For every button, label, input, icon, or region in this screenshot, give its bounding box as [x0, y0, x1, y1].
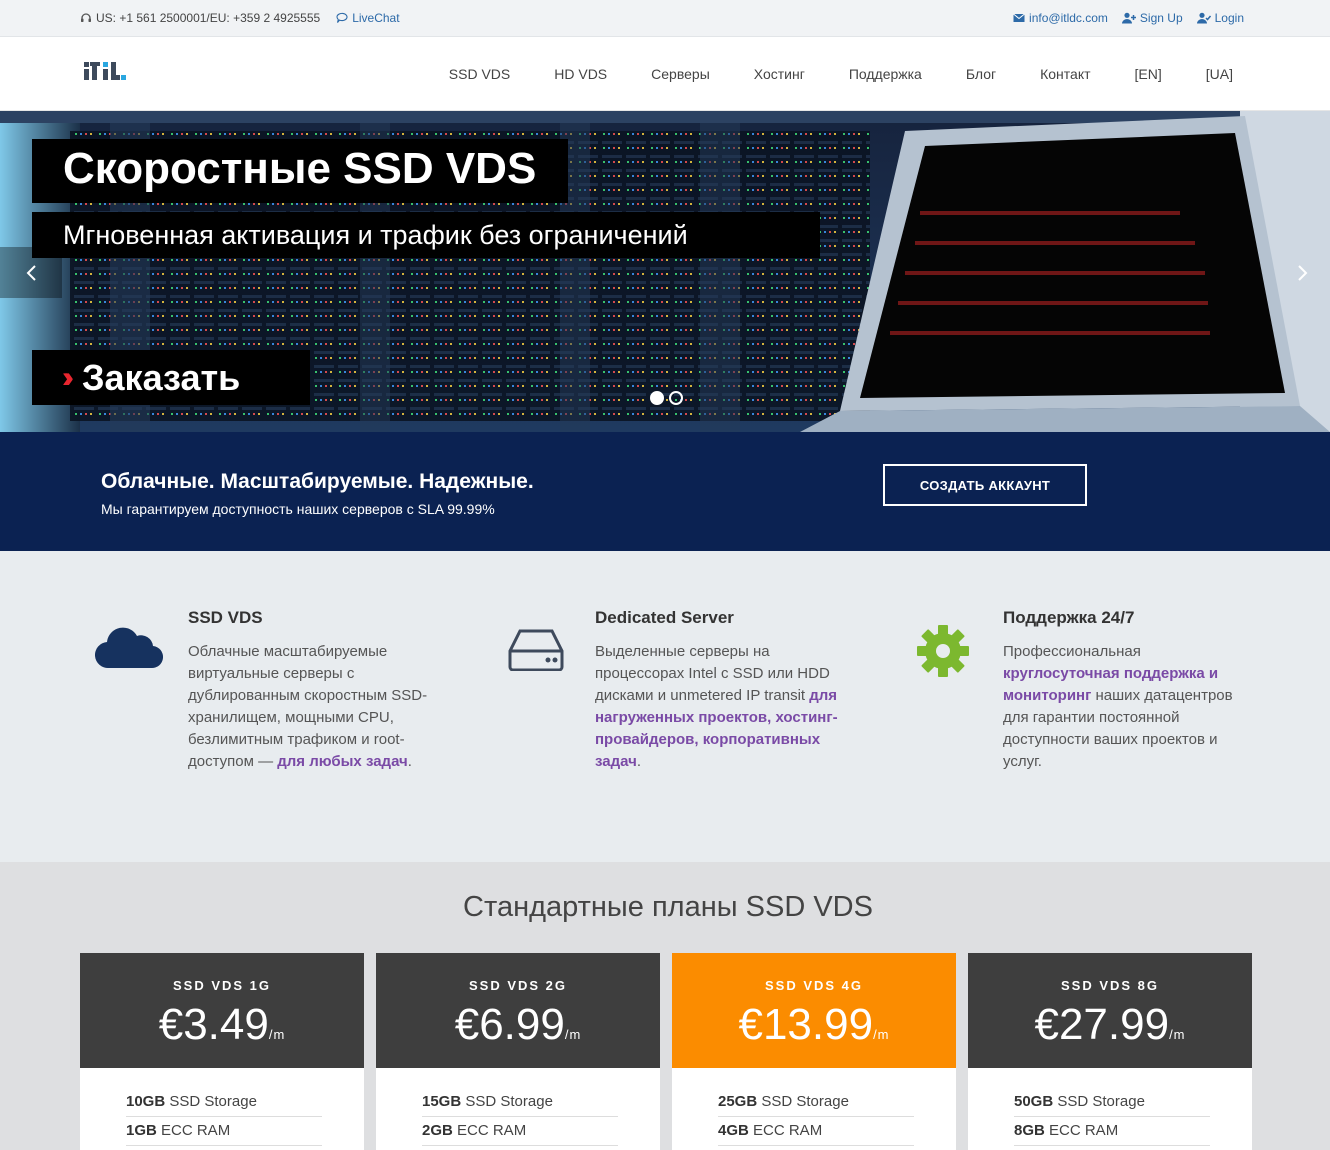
plan-ram: 8GB ECC RAM: [1014, 1117, 1210, 1146]
login-label: Login: [1214, 11, 1244, 25]
plan-header: SSD VDS 1G €3.49/m: [80, 953, 364, 1068]
plan-storage: 15GB SSD Storage: [422, 1088, 618, 1117]
account-links: info@itldc.com Sign Up Login: [1013, 11, 1244, 25]
plan-price: €6.99/m: [454, 1000, 582, 1049]
plan-features: 50GB SSD Storage 8GB ECC RAM: [968, 1068, 1252, 1150]
features-section: SSD VDS Облачные масштабируемые виртуаль…: [0, 551, 1330, 862]
plans-title: Стандартные планы SSD VDS: [463, 891, 873, 923]
hero-subtitle: Мгновенная активация и трафик без ограни…: [32, 212, 820, 258]
plan-card[interactable]: SSD VDS 1G €3.49/m 10GB SSD Storage 1GB …: [80, 953, 364, 1150]
top-bar: US: +1 561 2500001/EU: +359 2 4925555 Li…: [0, 0, 1330, 37]
nav-ssd-vds[interactable]: SSD VDS: [427, 66, 532, 82]
user-plus-icon: [1121, 12, 1136, 24]
signup-label: Sign Up: [1139, 11, 1183, 25]
plan-name: SSD VDS 8G: [1060, 978, 1160, 993]
plan-features: 25GB SSD Storage 4GB ECC RAM: [672, 1068, 956, 1150]
login-link[interactable]: Login: [1196, 11, 1244, 25]
plan-card[interactable]: SSD VDS 8G €27.99/m 50GB SSD Storage 8GB…: [968, 953, 1252, 1150]
nav-lang-ua[interactable]: [UA]: [1184, 66, 1255, 82]
plan-name: SSD VDS 4G: [764, 978, 864, 993]
plan-header: SSD VDS 2G €6.99/m: [376, 953, 660, 1068]
contact-phones: US: +1 561 2500001/EU: +359 2 4925555 Li…: [80, 11, 400, 25]
double-chevron-right-icon: ››: [62, 361, 74, 394]
nav-support[interactable]: Поддержка: [827, 66, 944, 82]
itl-logo[interactable]: [84, 59, 126, 83]
slider-next-button[interactable]: [1276, 247, 1330, 298]
order-button-label: Заказать: [81, 357, 241, 398]
promo-banner: Облачные. Масштабируемые. Надежные. Мы г…: [0, 432, 1330, 551]
headset-icon: [81, 13, 91, 22]
feature-title: Поддержка 24/7: [1003, 608, 1135, 627]
plan-storage: 50GB SSD Storage: [1014, 1088, 1210, 1117]
slider-dots: [650, 391, 683, 405]
nav-lang-en[interactable]: [EN]: [1113, 66, 1184, 82]
hero-title: Скоростные SSD VDS: [32, 139, 569, 203]
feature-ssd-vds: SSD VDS Облачные масштабируемые виртуаль…: [188, 608, 448, 773]
phones-text: US: +1 561 2500001/EU: +359 2 4925555: [96, 11, 321, 25]
feature-title: SSD VDS: [188, 608, 263, 627]
itl-logo-mark: [84, 62, 126, 80]
banner-text: Мы гарантируем доступность наших серверо…: [101, 501, 495, 517]
livechat-link[interactable]: LiveChat: [336, 11, 400, 25]
plan-ram: 1GB ECC RAM: [126, 1117, 322, 1146]
gear-icon: [917, 625, 969, 677]
plan-card[interactable]: SSD VDS 2G €6.99/m 15GB SSD Storage 2GB …: [376, 953, 660, 1150]
order-button[interactable]: ›› Заказать: [32, 350, 310, 405]
site-header: SSD VDS HD VDS Серверы Хостинг Поддержка…: [0, 37, 1330, 111]
banner-title: Облачные. Масштабируемые. Надежные.: [101, 470, 534, 493]
plan-ram: 2GB ECC RAM: [422, 1117, 618, 1146]
feature-support: Поддержка 24/7 Профессиональная круглосу…: [1003, 608, 1253, 773]
nav-hd-vds[interactable]: HD VDS: [532, 66, 629, 82]
feature-highlight-link[interactable]: для любых задач: [277, 753, 408, 770]
plan-price: €27.99/m: [1034, 1000, 1186, 1049]
chat-bubble-icon: [336, 12, 348, 23]
plan-card-featured[interactable]: SSD VDS 4G €13.99/m 25GB SSD Storage 4GB…: [672, 953, 956, 1150]
chevron-left-icon: [26, 264, 36, 281]
email-link[interactable]: info@itldc.com: [1013, 11, 1108, 25]
plan-header: SSD VDS 8G €27.99/m: [968, 953, 1252, 1068]
cloud-icon: [95, 627, 163, 669]
plan-ram: 4GB ECC RAM: [718, 1117, 914, 1146]
plan-features: 10GB SSD Storage 1GB ECC RAM: [80, 1068, 364, 1150]
plan-header: SSD VDS 4G €13.99/m: [672, 953, 956, 1068]
plans-section: Стандартные планы SSD VDS SSD VDS 1G €3.…: [0, 862, 1330, 1150]
hard-drive-icon: [508, 629, 564, 671]
nav-hosting[interactable]: Хостинг: [732, 66, 827, 82]
slider-dot-1[interactable]: [650, 391, 664, 405]
plan-name: SSD VDS 2G: [468, 978, 568, 993]
plan-price: €13.99/m: [738, 1000, 890, 1049]
email-label: info@itldc.com: [1029, 11, 1108, 25]
feature-text: Выделенные серверы на процессорах Intel …: [595, 643, 838, 770]
feature-title: Dedicated Server: [595, 608, 734, 627]
feature-text: Профессиональная круглосуточная поддержк…: [1003, 643, 1233, 770]
plan-storage: 10GB SSD Storage: [126, 1088, 322, 1117]
nav-servers[interactable]: Серверы: [629, 66, 732, 82]
hero-slider: Скоростные SSD VDS Мгновенная активация …: [0, 111, 1330, 432]
create-account-button[interactable]: СОЗДАТЬ АККАУНТ: [883, 464, 1087, 506]
feature-text: Облачные масштабируемые виртуальные серв…: [188, 643, 428, 770]
main-nav: SSD VDS HD VDS Серверы Хостинг Поддержка…: [427, 66, 1255, 82]
plan-features: 15GB SSD Storage 2GB ECC RAM: [376, 1068, 660, 1150]
user-check-icon: [1196, 12, 1211, 24]
slider-dot-2[interactable]: [669, 391, 683, 405]
slider-prev-button[interactable]: [0, 247, 62, 298]
livechat-label: LiveChat: [352, 11, 400, 25]
nav-blog[interactable]: Блог: [944, 66, 1018, 82]
plan-name: SSD VDS 1G: [172, 978, 272, 993]
plan-storage: 25GB SSD Storage: [718, 1088, 914, 1117]
nav-contact[interactable]: Контакт: [1018, 66, 1112, 82]
plan-price: €3.49/m: [158, 1000, 286, 1049]
envelope-icon: [1013, 13, 1025, 22]
signup-link[interactable]: Sign Up: [1121, 11, 1183, 25]
chevron-right-icon: [1298, 264, 1308, 281]
feature-dedicated-server: Dedicated Server Выделенные серверы на п…: [595, 608, 855, 773]
